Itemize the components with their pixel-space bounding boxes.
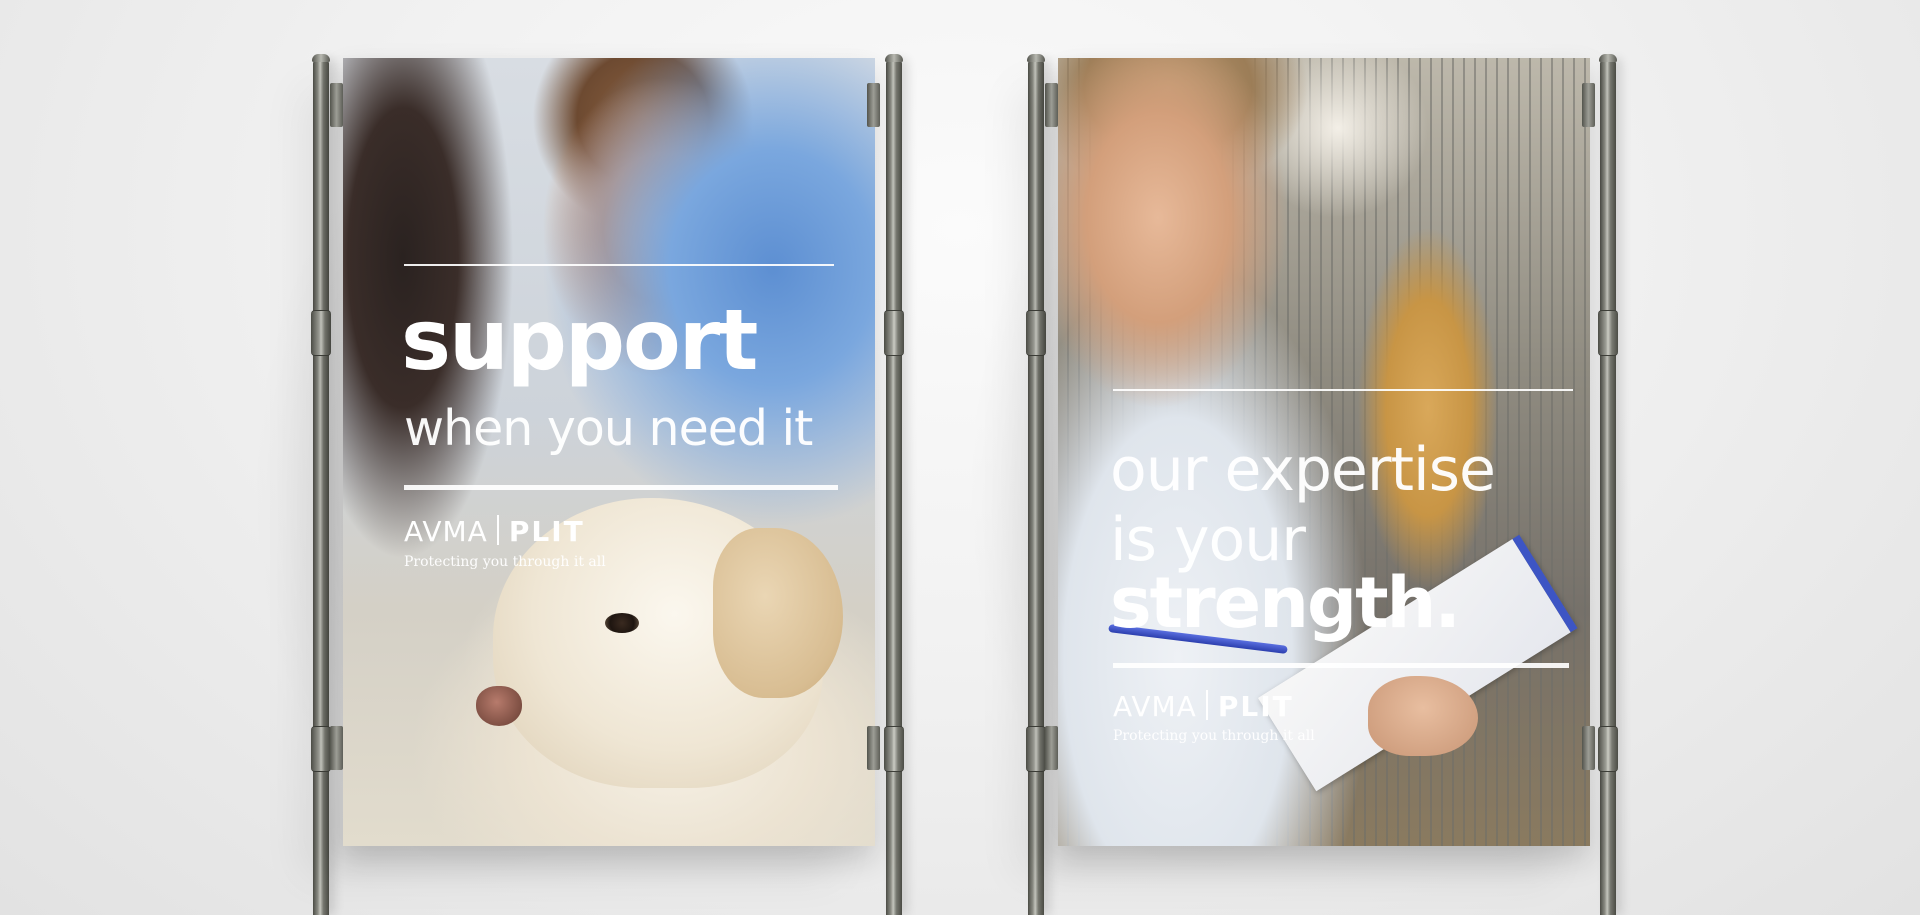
pole-joint — [1026, 310, 1046, 356]
pole-joint — [884, 310, 904, 356]
brand-avma: AVMA — [404, 515, 488, 548]
brand-divider — [1205, 690, 1208, 720]
poster-clip — [867, 83, 880, 127]
poster-clip — [330, 83, 343, 127]
brand-tagline: Protecting you through it all — [1113, 728, 1315, 744]
poster-headline-bold: strength. — [1110, 562, 1461, 644]
hand-illustration — [1368, 676, 1478, 756]
brand-logo: AVMA PLIT — [1113, 690, 1294, 721]
stand-pole-right-a — [1026, 54, 1046, 915]
pole-joint — [1598, 726, 1618, 772]
brand-avma: AVMA — [1113, 690, 1197, 723]
pole-joint — [311, 310, 331, 356]
pole-joint — [884, 726, 904, 772]
dog-eye — [605, 613, 639, 633]
poster-clip — [1582, 726, 1595, 770]
pole-joint — [1598, 310, 1618, 356]
poster-clip — [867, 726, 880, 770]
brand-plit: PLIT — [508, 515, 585, 548]
stand-pole-left-b — [884, 54, 904, 915]
headline-top-rule — [1113, 389, 1573, 391]
dog-ear — [713, 528, 843, 698]
pole-joint — [311, 726, 331, 772]
headline-bottom-rule — [1113, 663, 1569, 668]
poster-headline-light-1: our expertise — [1110, 435, 1496, 505]
brand-divider — [496, 515, 499, 545]
poster-strength: our expertise is your strength. AVMA PLIT… — [1058, 58, 1590, 846]
poster-headline-light: when you need it — [404, 400, 813, 457]
poster-support: support when you need it AVMA PLIT Protec… — [343, 58, 875, 846]
brand-logo: AVMA PLIT — [404, 515, 585, 546]
dog-nose — [476, 686, 522, 726]
stand-pole-right-b — [1598, 54, 1618, 915]
poster-headline-bold: support — [401, 291, 758, 389]
headline-bottom-rule — [404, 485, 838, 490]
poster-clip — [1045, 726, 1058, 770]
poster-clip — [1582, 83, 1595, 127]
brand-plit: PLIT — [1217, 690, 1294, 723]
poster-clip — [330, 726, 343, 770]
headline-top-rule — [404, 264, 834, 266]
poster-clip — [1045, 83, 1058, 127]
brand-tagline: Protecting you through it all — [404, 554, 606, 570]
poster-display-scene: support when you need it AVMA PLIT Protec… — [0, 0, 1920, 915]
poster-headline-light-2: is your — [1110, 505, 1306, 575]
pole-joint — [1026, 726, 1046, 772]
stand-pole-left-a — [311, 54, 331, 915]
